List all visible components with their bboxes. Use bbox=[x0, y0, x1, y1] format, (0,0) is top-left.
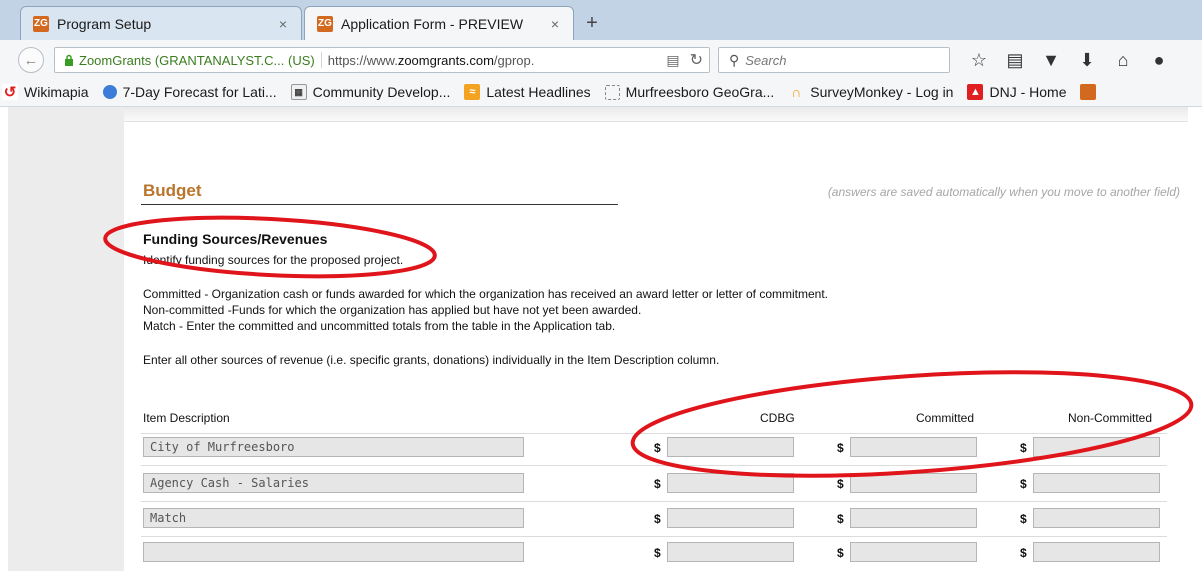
url-divider bbox=[320, 52, 322, 68]
bookmark-dnj-home[interactable]: ▲ DNJ - Home bbox=[967, 84, 1066, 100]
zoomgrants-favicon-icon bbox=[1080, 84, 1097, 100]
building-icon: ▦ bbox=[290, 84, 307, 100]
bookmark-community-develop[interactable]: ▦ Community Develop... bbox=[290, 84, 450, 100]
noncommitted-amount-field[interactable] bbox=[1033, 473, 1160, 493]
cdbg-amount-field[interactable] bbox=[667, 473, 794, 493]
bookmark-latest-headlines[interactable]: ≈ Latest Headlines bbox=[464, 84, 591, 100]
close-icon[interactable]: × bbox=[273, 16, 293, 32]
noncommitted-amount-field[interactable] bbox=[1033, 508, 1160, 528]
weather-icon bbox=[102, 85, 117, 99]
back-arrow-icon: ← bbox=[23, 51, 39, 69]
surveymonkey-icon: ∩ bbox=[791, 84, 802, 100]
bookmark-surveymonkey[interactable]: ∩ SurveyMonkey - Log in bbox=[788, 84, 953, 100]
bookmark-star-icon[interactable]: ☆ bbox=[968, 50, 990, 71]
zoomgrants-favicon-icon: ZG bbox=[33, 15, 49, 32]
committed-amount-field[interactable] bbox=[850, 508, 977, 528]
tab-title: Application Form - PREVIEW bbox=[341, 15, 524, 32]
section-title: Funding Sources/Revenues bbox=[143, 231, 328, 247]
currency-symbol: $ bbox=[654, 441, 661, 455]
site-identity[interactable]: ZoomGrants (GRANTANALYST.C... (US) bbox=[79, 53, 315, 68]
intro-text: Identify funding sources for the propose… bbox=[143, 253, 404, 267]
new-tab-button[interactable]: + bbox=[580, 12, 604, 35]
currency-symbol: $ bbox=[1020, 441, 1027, 455]
reload-icon[interactable]: ↻ bbox=[690, 50, 703, 70]
currency-symbol: $ bbox=[837, 477, 844, 491]
bookmark-murfreesboro-geogra[interactable]: Murfreesboro GeoGra... bbox=[604, 84, 774, 100]
autosave-note: (answers are saved automatically when yo… bbox=[827, 185, 1180, 199]
tab-program-setup[interactable]: ZG Program Setup × bbox=[20, 6, 302, 40]
search-icon: ⚲ bbox=[729, 51, 740, 68]
definition-noncommitted: Non-committed -Funds for which the organ… bbox=[143, 303, 642, 317]
tab-strip: ZG Program Setup × ZG Application Form -… bbox=[0, 0, 1202, 40]
row-divider bbox=[141, 465, 1167, 466]
bookmarks-toolbar: ↺ Wikimapia 7-Day Forecast for Lati... ▦… bbox=[0, 78, 1202, 107]
currency-symbol: $ bbox=[654, 546, 661, 560]
web-page: Budget (answers are saved automatically … bbox=[0, 107, 1202, 571]
row-divider bbox=[141, 536, 1167, 537]
url-text[interactable]: https://www.zoomgrants.com/gprop. bbox=[328, 53, 667, 68]
pocket-icon[interactable]: ▼ bbox=[1040, 50, 1062, 71]
chat-icon[interactable]: ● bbox=[1148, 50, 1170, 71]
currency-symbol: $ bbox=[1020, 546, 1027, 560]
tab-application-form-preview[interactable]: ZG Application Form - PREVIEW × bbox=[304, 6, 574, 40]
noncommitted-amount-field[interactable] bbox=[1033, 542, 1160, 562]
column-header-item: Item Description bbox=[143, 411, 230, 425]
lock-icon bbox=[65, 54, 73, 66]
reader-view-icon[interactable]: ▤ bbox=[666, 52, 679, 69]
currency-symbol: $ bbox=[654, 477, 661, 491]
item-description-field[interactable] bbox=[143, 542, 524, 562]
row-divider bbox=[141, 433, 1167, 434]
search-placeholder: Search bbox=[745, 52, 787, 68]
currency-symbol: $ bbox=[1020, 512, 1027, 526]
left-margin-panel bbox=[8, 107, 124, 571]
cdbg-amount-field[interactable] bbox=[667, 542, 794, 562]
page-icon bbox=[604, 84, 620, 100]
currency-symbol: $ bbox=[837, 546, 844, 560]
bookmark-wikimapia[interactable]: ↺ Wikimapia bbox=[2, 84, 89, 101]
close-icon[interactable]: × bbox=[545, 16, 565, 32]
committed-amount-field[interactable] bbox=[850, 437, 977, 457]
row-divider bbox=[141, 501, 1167, 502]
cdbg-amount-field[interactable] bbox=[667, 437, 794, 457]
currency-symbol: $ bbox=[837, 512, 844, 526]
noncommitted-amount-field[interactable] bbox=[1033, 437, 1160, 457]
bookmarks-menu-icon[interactable]: ▤ bbox=[1004, 50, 1026, 71]
column-header-cdbg: CDBG bbox=[760, 411, 795, 425]
currency-symbol: $ bbox=[837, 441, 844, 455]
download-icon[interactable]: ⬇ bbox=[1076, 50, 1098, 71]
item-description-field[interactable]: Match bbox=[143, 508, 524, 528]
currency-symbol: $ bbox=[1020, 477, 1027, 491]
rss-icon: ≈ bbox=[464, 84, 481, 100]
column-header-noncommitted: Non-Committed bbox=[1068, 411, 1153, 425]
committed-amount-field[interactable] bbox=[850, 542, 977, 562]
bookmark-zoomgrants[interactable] bbox=[1080, 84, 1102, 100]
dnj-icon: ▲ bbox=[967, 84, 984, 100]
header-band bbox=[124, 107, 1188, 122]
navigation-toolbar: ← ZoomGrants (GRANTANALYST.C... (US) htt… bbox=[0, 40, 1202, 79]
definition-match: Match - Enter the committed and uncommit… bbox=[143, 319, 616, 333]
committed-amount-field[interactable] bbox=[850, 473, 977, 493]
back-button[interactable]: ← bbox=[18, 47, 44, 73]
heading-divider bbox=[141, 204, 618, 205]
tab-title: Program Setup bbox=[57, 15, 152, 32]
item-description-field[interactable]: Agency Cash - Salaries bbox=[143, 473, 524, 493]
budget-heading: Budget bbox=[143, 181, 202, 200]
definition-committed: Committed - Organization cash or funds a… bbox=[143, 287, 828, 301]
other-sources-text: Enter all other sources of revenue (i.e.… bbox=[143, 353, 720, 367]
bookmark-forecast[interactable]: 7-Day Forecast for Lati... bbox=[102, 84, 277, 100]
item-description-field[interactable]: City of Murfreesboro bbox=[143, 437, 524, 457]
budget-content: Budget (answers are saved automatically … bbox=[124, 107, 1202, 571]
home-icon[interactable]: ⌂ bbox=[1112, 50, 1134, 71]
currency-symbol: $ bbox=[654, 512, 661, 526]
zoomgrants-favicon-icon: ZG bbox=[317, 15, 333, 32]
cdbg-amount-field[interactable] bbox=[667, 508, 794, 528]
url-bar[interactable]: ZoomGrants (GRANTANALYST.C... (US) https… bbox=[54, 47, 710, 73]
column-header-committed: Committed bbox=[916, 411, 975, 425]
search-input[interactable]: ⚲ Search bbox=[718, 47, 950, 73]
wikimapia-icon: ↺ bbox=[2, 84, 18, 101]
